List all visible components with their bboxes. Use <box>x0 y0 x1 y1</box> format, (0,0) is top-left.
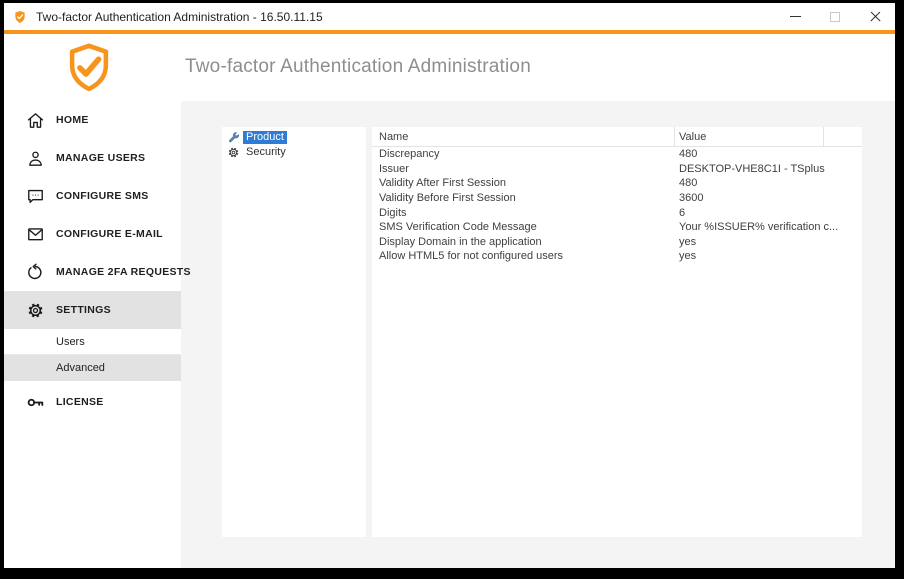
sidebar-item-manage-2fa-requests[interactable]: MANAGE 2FA REQUESTS <box>4 253 181 291</box>
sidebar: HOME MANAGE USERS CONFIGURE SMS CON <box>4 101 181 568</box>
setting-name: Validity Before First Session <box>372 192 674 204</box>
table-row[interactable]: Display Domain in the application yes <box>372 235 862 250</box>
sidebar-item-license[interactable]: LICENSE <box>4 381 181 423</box>
setting-name: Allow HTML5 for not configured users <box>372 250 674 262</box>
sidebar-item-manage-users[interactable]: MANAGE USERS <box>4 139 181 177</box>
column-header-name[interactable]: Name <box>372 131 674 143</box>
table-row[interactable]: Validity After First Session 480 <box>372 176 862 191</box>
setting-value: 480 <box>674 148 854 160</box>
settings-tree-panel: Product Security <box>222 127 366 537</box>
setting-value: yes <box>674 236 854 248</box>
column-header-value[interactable]: Value <box>674 131 823 143</box>
gear-icon <box>227 146 240 159</box>
sidebar-item-settings[interactable]: SETTINGS <box>4 291 181 329</box>
tree-item-security[interactable]: Security <box>222 145 366 160</box>
sidebar-item-label: CONFIGURE SMS <box>56 190 149 202</box>
table-row[interactable]: Discrepancy 480 <box>372 147 862 162</box>
setting-name: Display Domain in the application <box>372 236 674 248</box>
setting-value: yes <box>674 250 854 262</box>
window-controls <box>775 3 895 30</box>
app-shield-icon <box>13 10 27 24</box>
maximize-button[interactable] <box>815 3 855 30</box>
sidebar-subitem-label: Users <box>56 336 85 348</box>
column-separator <box>823 127 824 146</box>
column-separator <box>674 127 675 146</box>
setting-name: SMS Verification Code Message <box>372 221 674 233</box>
app-window: Two-factor Authentication Administration… <box>4 3 895 568</box>
tree-item-product[interactable]: Product <box>222 130 366 145</box>
table-row[interactable]: Issuer DESKTOP-VHE8C1I - TSplus <box>372 162 862 177</box>
sidebar-subitem-users[interactable]: Users <box>4 329 181 355</box>
setting-name: Digits <box>372 207 674 219</box>
home-icon <box>26 111 45 130</box>
tree-item-label: Security <box>243 146 289 159</box>
sidebar-item-label: CONFIGURE E-MAIL <box>56 228 163 240</box>
sidebar-subitem-label: Advanced <box>56 362 105 374</box>
page-title: Two-factor Authentication Administration <box>185 56 531 78</box>
setting-name: Issuer <box>372 163 674 175</box>
table-row[interactable]: Digits 6 <box>372 205 862 220</box>
close-button[interactable] <box>855 3 895 30</box>
page-header: Two-factor Authentication Administration <box>4 34 895 101</box>
user-icon <box>26 149 45 168</box>
envelope-icon <box>26 225 45 244</box>
table-row[interactable]: Allow HTML5 for not configured users yes <box>372 249 862 264</box>
sidebar-item-label: SETTINGS <box>56 304 111 316</box>
minimize-icon <box>790 16 801 17</box>
window-title: Two-factor Authentication Administration… <box>36 10 323 24</box>
settings-table-panel: Name Value Discrepancy 480 Issuer DESKTO… <box>372 127 862 537</box>
setting-value: 3600 <box>674 192 854 204</box>
gear-icon <box>26 301 45 320</box>
titlebar: Two-factor Authentication Administration… <box>4 3 895 30</box>
sidebar-item-home[interactable]: HOME <box>4 101 181 139</box>
close-icon <box>870 11 881 22</box>
wrench-icon <box>227 131 240 144</box>
history-arrow-icon <box>26 263 45 282</box>
setting-value: Your %ISSUER% verification c... <box>674 221 854 233</box>
table-row[interactable]: Validity Before First Session 3600 <box>372 191 862 206</box>
tree-item-label: Product <box>243 131 287 144</box>
shield-logo-icon <box>63 40 115 95</box>
table-header: Name Value <box>372 127 862 147</box>
sidebar-item-label: LICENSE <box>56 396 104 408</box>
maximize-icon <box>830 12 840 22</box>
setting-name: Validity After First Session <box>372 177 674 189</box>
setting-value: DESKTOP-VHE8C1I - TSplus <box>674 163 854 175</box>
minimize-button[interactable] <box>775 3 815 30</box>
setting-value: 480 <box>674 177 854 189</box>
sidebar-item-label: MANAGE USERS <box>56 152 145 164</box>
key-icon <box>26 393 45 412</box>
setting-value: 6 <box>674 207 854 219</box>
table-row[interactable]: SMS Verification Code Message Your %ISSU… <box>372 220 862 235</box>
sidebar-item-label: MANAGE 2FA REQUESTS <box>56 266 191 278</box>
sidebar-item-label: HOME <box>56 114 89 126</box>
sidebar-item-configure-sms[interactable]: CONFIGURE SMS <box>4 177 181 215</box>
sidebar-item-configure-email[interactable]: CONFIGURE E-MAIL <box>4 215 181 253</box>
chat-bubble-icon <box>26 187 45 206</box>
setting-name: Discrepancy <box>372 148 674 160</box>
sidebar-subitem-advanced[interactable]: Advanced <box>4 355 181 381</box>
